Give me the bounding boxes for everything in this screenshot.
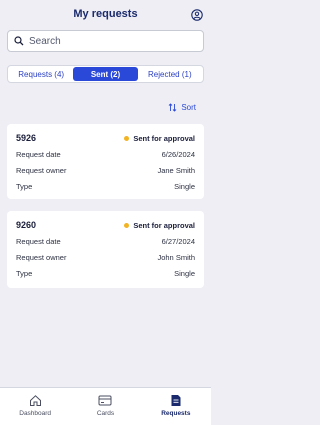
nav-label: Cards <box>96 410 115 417</box>
sort-label: Sort <box>181 103 196 112</box>
status-badge: Sent for approval <box>124 134 195 143</box>
status-badge: Sent for approval <box>124 221 195 230</box>
detail-label: Request date <box>16 149 61 159</box>
profile-button[interactable] <box>190 8 203 21</box>
detail-value: Jane Smith <box>157 165 195 175</box>
detail-value: Single <box>174 268 195 278</box>
bottom-navigation: Dashboard Cards Requests <box>0 387 211 425</box>
request-tabs: Requests (4) Sent (2) Rejected (1) <box>7 65 204 83</box>
detail-value: 6/26/2024 <box>161 149 195 159</box>
detail-value: 6/27/2024 <box>161 236 195 246</box>
status-dot <box>124 135 130 141</box>
nav-requests[interactable]: Requests <box>141 388 211 425</box>
detail-label: Type <box>16 181 33 191</box>
request-id: 5926 <box>16 133 37 143</box>
nav-label: Dashboard <box>19 410 52 417</box>
card-icon <box>98 395 112 406</box>
nav-label: Requests <box>161 410 191 417</box>
search-input[interactable] <box>29 35 189 47</box>
detail-row: Request owner Jane Smith <box>16 162 195 178</box>
detail-label: Request owner <box>16 165 67 175</box>
detail-label: Type <box>16 268 33 278</box>
nav-cards[interactable]: Cards <box>70 388 140 425</box>
page-title: My requests <box>73 8 138 20</box>
detail-value: Single <box>174 181 195 191</box>
detail-label: Request owner <box>16 252 67 262</box>
detail-value: John Smith <box>157 252 195 262</box>
tab-requests[interactable]: Requests (4) <box>9 67 73 81</box>
document-icon <box>171 395 181 406</box>
sort-button[interactable]: Sort <box>168 103 196 112</box>
tab-sent[interactable]: Sent (2) <box>73 67 138 81</box>
detail-row: Type Single <box>16 178 195 194</box>
detail-row: Request date 6/27/2024 <box>16 233 195 249</box>
search-bar <box>7 30 204 52</box>
status-text: Sent for approval <box>133 133 195 143</box>
request-card[interactable]: 9260 Sent for approval Request date 6/27… <box>7 211 204 288</box>
detail-row: Request owner John Smith <box>16 249 195 265</box>
detail-row: Type Single <box>16 265 195 281</box>
sort-arrows-icon <box>169 103 177 112</box>
tab-rejected[interactable]: Rejected (1) <box>138 67 202 81</box>
app-header: My requests <box>0 0 211 28</box>
detail-label: Request date <box>16 236 61 246</box>
nav-dashboard[interactable]: Dashboard <box>0 388 70 425</box>
status-dot <box>124 222 130 228</box>
detail-row: Request date 6/26/2024 <box>16 146 195 162</box>
search-icon <box>14 36 24 46</box>
status-text: Sent for approval <box>133 220 195 230</box>
request-id: 9260 <box>16 220 37 230</box>
home-icon <box>29 395 41 406</box>
request-card[interactable]: 5926 Sent for approval Request date 6/26… <box>7 124 204 199</box>
user-circle-icon <box>190 8 203 21</box>
